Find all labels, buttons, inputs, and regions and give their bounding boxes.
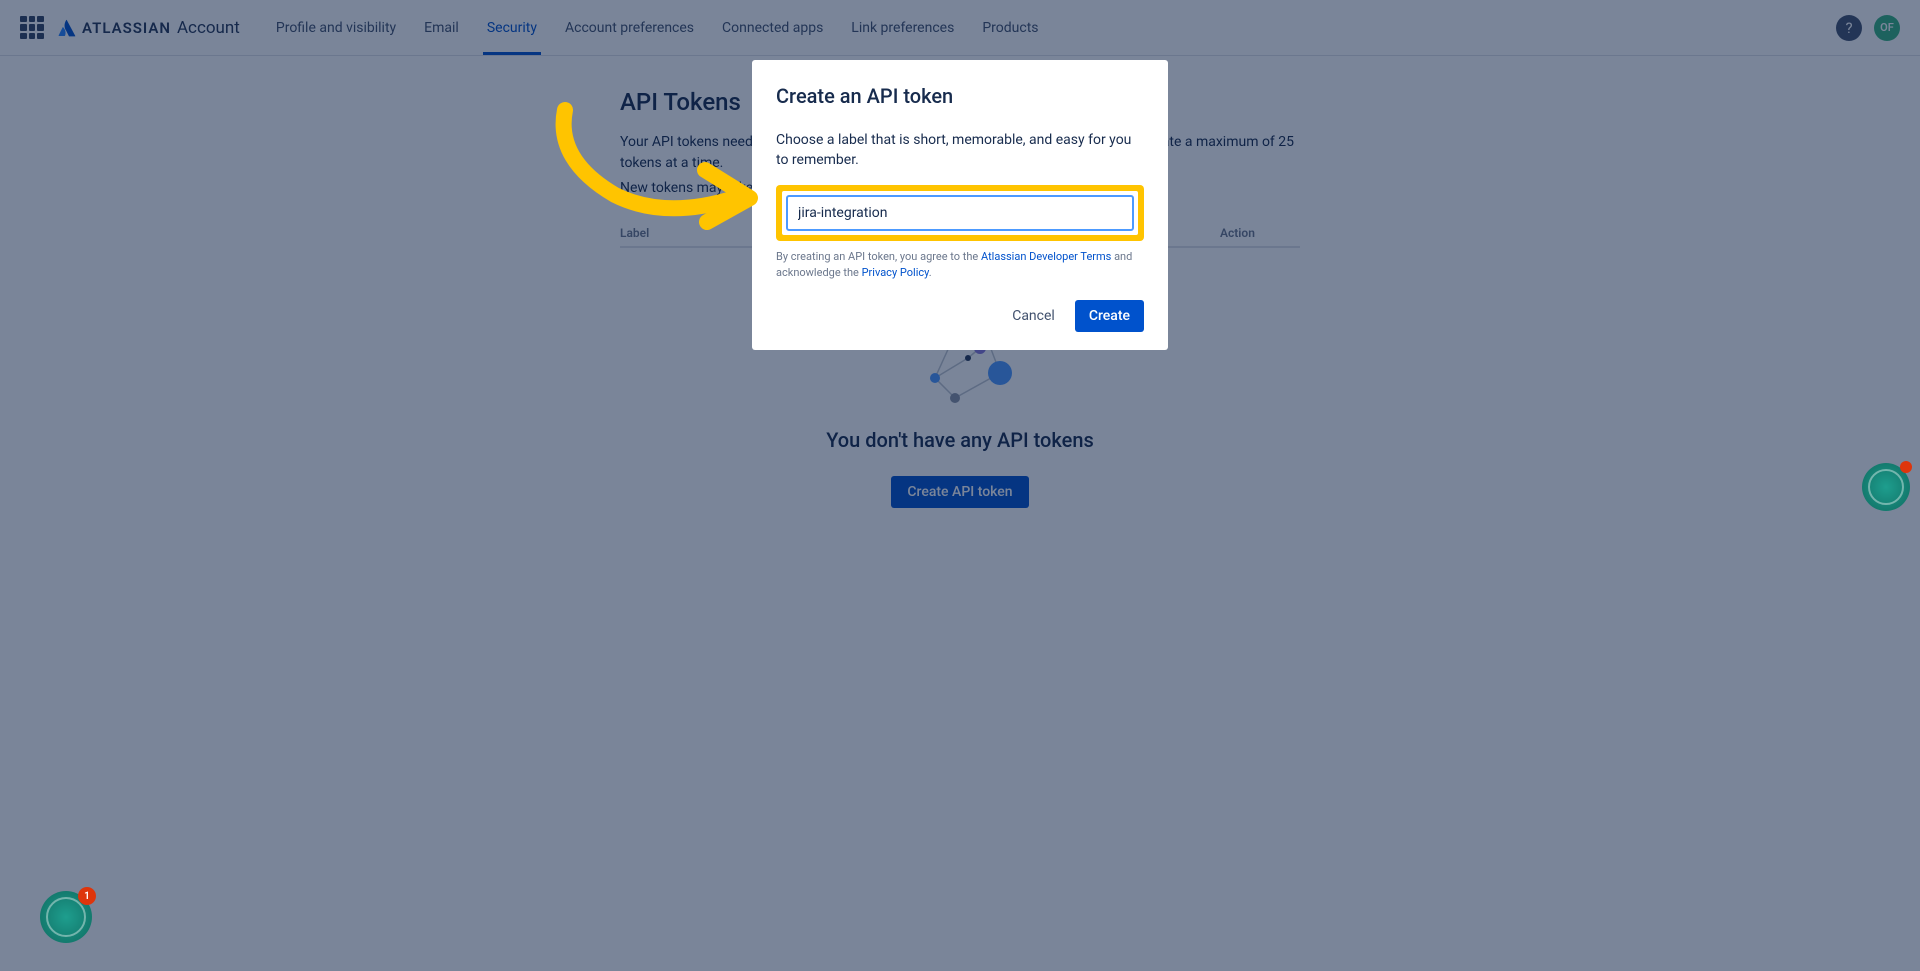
input-highlight [776, 185, 1144, 241]
token-label-input[interactable] [786, 195, 1134, 231]
modal-actions: Cancel Create [776, 300, 1144, 332]
help-widget-right[interactable] [1862, 463, 1910, 511]
widget-dot [1900, 461, 1912, 473]
create-token-modal: Create an API token Choose a label that … [752, 60, 1168, 350]
widget-circle-icon: 1 [40, 891, 92, 943]
modal-description: Choose a label that is short, memorable,… [776, 130, 1144, 171]
privacy-policy-link[interactable]: Privacy Policy [862, 266, 929, 279]
developer-terms-link[interactable]: Atlassian Developer Terms [981, 250, 1111, 263]
modal-title: Create an API token [776, 84, 1144, 108]
create-button[interactable]: Create [1075, 300, 1144, 332]
terms-suffix: . [929, 266, 932, 279]
terms-prefix: By creating an API token, you agree to t… [776, 250, 981, 263]
cancel-button[interactable]: Cancel [1000, 300, 1067, 332]
widget-badge: 1 [78, 887, 96, 905]
widget-circle-icon [1862, 463, 1910, 511]
terms-text: By creating an API token, you agree to t… [776, 249, 1144, 282]
help-widget-bottom[interactable]: 1 [40, 891, 92, 943]
